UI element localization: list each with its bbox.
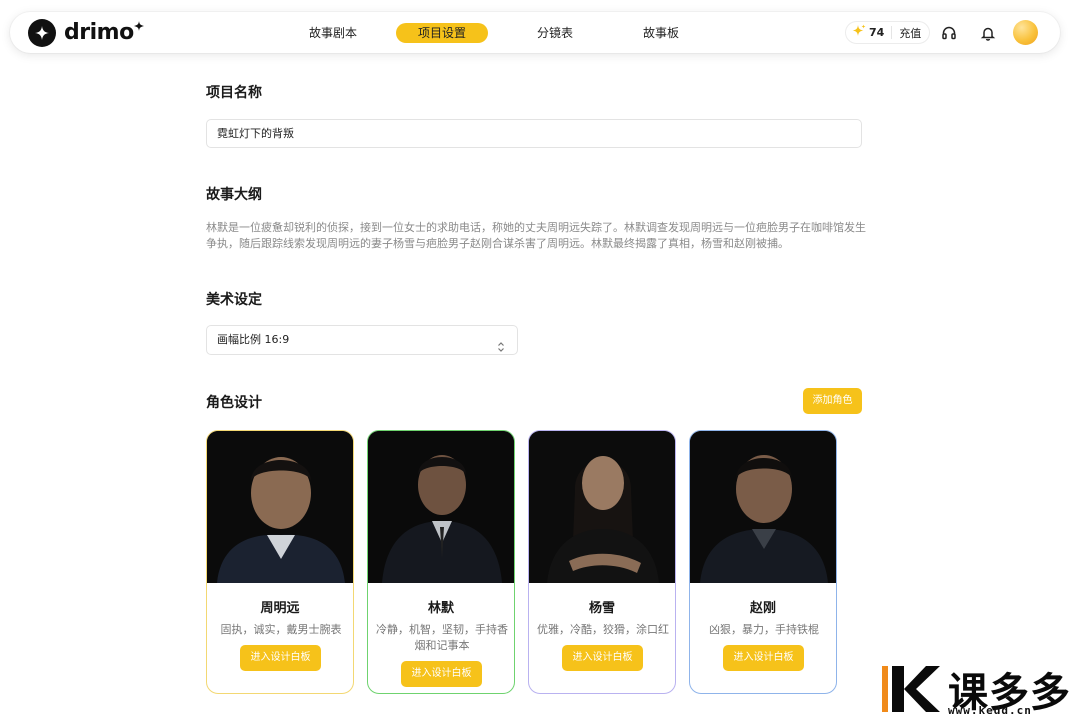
character-design-label: 角色设计 bbox=[206, 395, 262, 411]
tab-shot-list[interactable]: 分镜表 bbox=[515, 23, 595, 43]
character-name: 杨雪 bbox=[588, 601, 615, 616]
character-portrait bbox=[207, 431, 353, 583]
character-card[interactable]: 林默 冷静，机智，坚韧，手持香烟和记事本 进入设计白板 bbox=[367, 430, 515, 694]
story-outline-label: 故事大纲 bbox=[206, 187, 262, 203]
character-name: 林默 bbox=[427, 601, 454, 616]
aspect-ratio-value: 画幅比例 16:9 bbox=[217, 333, 290, 346]
story-outline-text[interactable]: 林默是一位疲惫却锐利的侦探，接到一位女士的求助电话，称她的丈夫周明远失踪了。林默… bbox=[206, 220, 866, 252]
enter-design-board-button[interactable]: 进入设计白板 bbox=[240, 645, 321, 671]
character-portrait bbox=[690, 431, 836, 583]
tab-storyboard[interactable]: 故事板 bbox=[621, 23, 701, 43]
project-name-input[interactable]: 霓虹灯下的背叛 bbox=[206, 119, 862, 148]
recharge-button[interactable]: 充值 bbox=[899, 25, 921, 41]
logo-sparkle-icon bbox=[133, 16, 144, 35]
character-traits: 固执，诚实，戴男士腕表 bbox=[220, 623, 342, 636]
add-character-button[interactable]: 添加角色 bbox=[803, 388, 862, 414]
character-card[interactable]: 周明远 固执，诚实，戴男士腕表 进入设计白板 bbox=[206, 430, 354, 694]
tab-story-script[interactable]: 故事剧本 bbox=[293, 23, 373, 43]
character-portrait bbox=[368, 431, 514, 583]
credits-count: 74 bbox=[869, 26, 885, 39]
project-name-label: 项目名称 bbox=[206, 85, 262, 101]
user-avatar[interactable] bbox=[1013, 20, 1038, 45]
character-card[interactable]: 赵刚 凶狠，暴力，手持铁棍 进入设计白板 bbox=[689, 430, 837, 694]
watermark-url: www.kedd.cn bbox=[948, 704, 1032, 717]
bell-icon[interactable] bbox=[978, 23, 998, 43]
character-portrait bbox=[529, 431, 675, 583]
aspect-ratio-select[interactable]: 画幅比例 16:9 bbox=[206, 325, 518, 355]
character-name: 周明远 bbox=[260, 601, 300, 616]
app-logo[interactable]: drimo bbox=[28, 18, 144, 47]
enter-design-board-button[interactable]: 进入设计白板 bbox=[723, 645, 804, 671]
enter-design-board-button[interactable]: 进入设计白板 bbox=[401, 661, 482, 687]
tab-project-settings[interactable]: 项目设置 bbox=[396, 23, 488, 43]
watermark: 课多多 www.kedd.cn bbox=[880, 660, 1080, 719]
character-name: 赵刚 bbox=[749, 601, 776, 616]
chevron-updown-icon bbox=[497, 335, 505, 363]
logo-text: drimo bbox=[64, 20, 134, 45]
art-settings-label: 美术设定 bbox=[206, 292, 262, 308]
credits-widget[interactable]: 74 充值 bbox=[845, 21, 931, 44]
logo-star-icon bbox=[28, 18, 56, 47]
character-traits: 凶狠，暴力，手持铁棍 bbox=[709, 623, 819, 636]
credits-divider bbox=[891, 26, 893, 39]
character-traits: 冷静，机智，坚韧，手持香烟和记事本 bbox=[376, 623, 508, 652]
watermark-logo-icon bbox=[882, 666, 940, 712]
headset-icon[interactable] bbox=[939, 23, 959, 43]
character-card[interactable]: 杨雪 优雅，冷酷，狡猾，涂口红 进入设计白板 bbox=[528, 430, 676, 694]
character-traits: 优雅，冷酷，狡猾，涂口红 bbox=[537, 623, 669, 636]
sparkle-icon bbox=[852, 23, 866, 42]
top-navigation-bar: drimo 故事剧本 项目设置 分镜表 故事板 74 充值 bbox=[10, 12, 1060, 53]
enter-design-board-button[interactable]: 进入设计白板 bbox=[562, 645, 643, 671]
